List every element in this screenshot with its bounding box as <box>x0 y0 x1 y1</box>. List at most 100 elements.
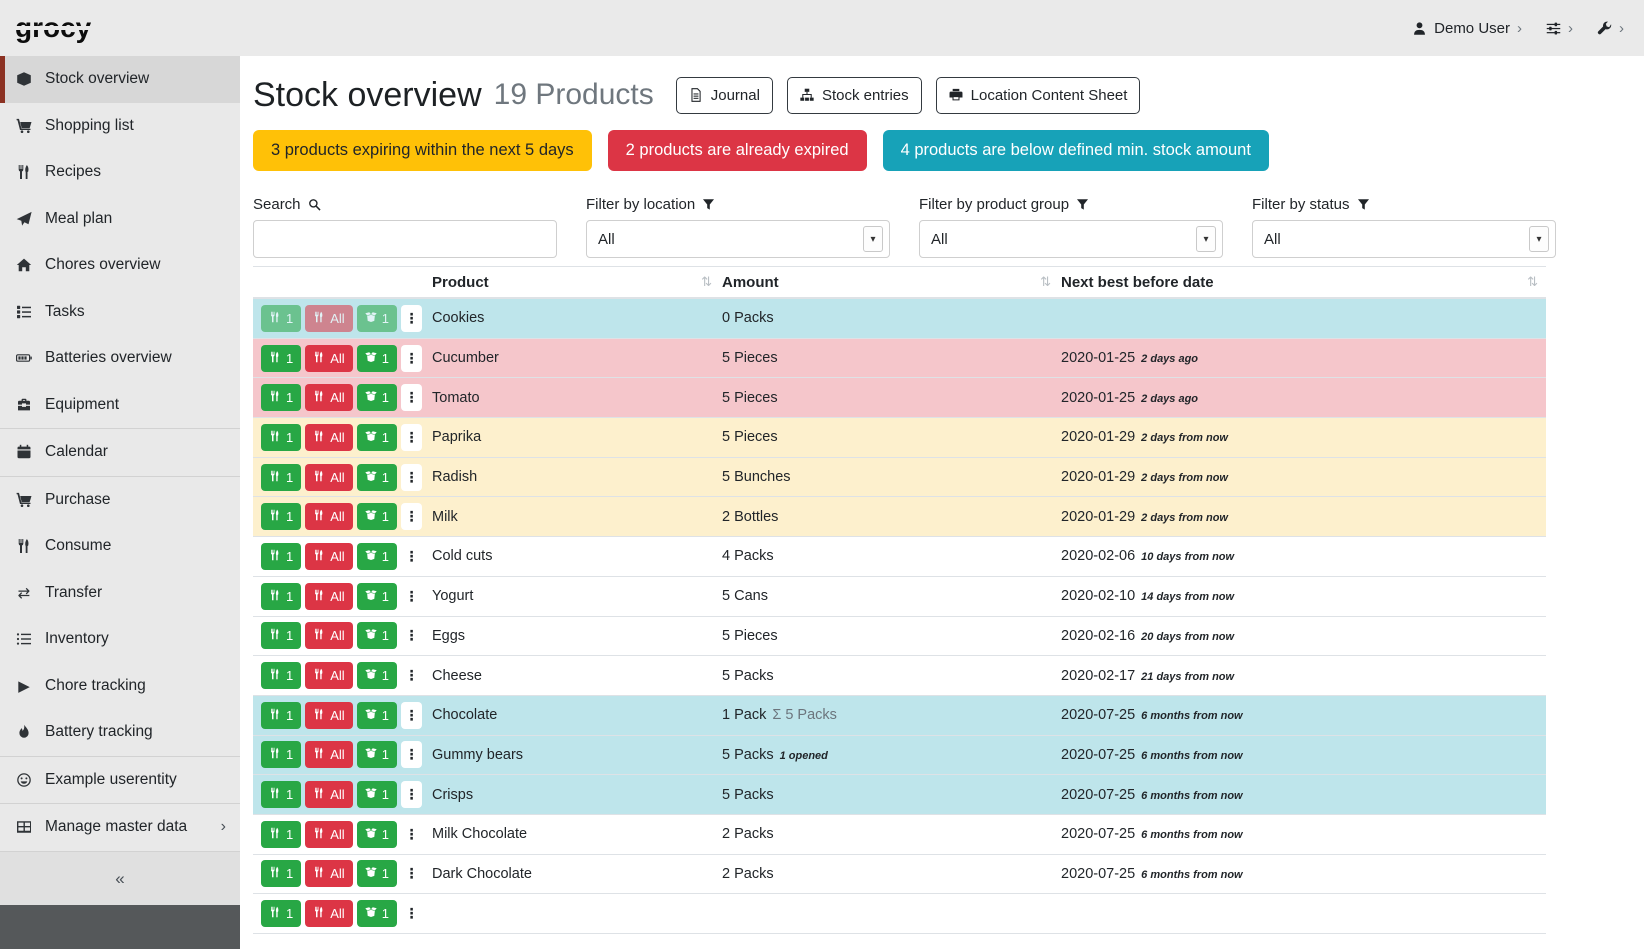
consume-all-button[interactable]: All <box>305 464 352 491</box>
row-menu-button[interactable]: ⋮ <box>401 345 422 372</box>
row-menu-button[interactable]: ⋮ <box>401 702 422 729</box>
grocy-logo[interactable]: grocy <box>15 12 91 44</box>
consume-all-button[interactable]: All <box>305 424 352 451</box>
consume-one-button[interactable]: 1 <box>261 543 301 570</box>
product-group-filter-select[interactable]: All ▾ <box>919 220 1223 258</box>
open-one-button[interactable]: 1 <box>357 821 397 848</box>
open-one-button[interactable]: 1 <box>357 583 397 610</box>
row-menu-button[interactable]: ⋮ <box>401 622 422 649</box>
sidebar-item-chore-tracking[interactable]: ▶Chore tracking <box>0 663 240 710</box>
expiring-products-alert[interactable]: 3 products expiring within the next 5 da… <box>253 130 592 171</box>
sidebar-item-consume[interactable]: Consume <box>0 523 240 570</box>
row-menu-button[interactable]: ⋮ <box>401 464 422 491</box>
date-column-header[interactable]: Next best before date ⇅ <box>1059 267 1546 297</box>
search-input[interactable] <box>253 220 557 258</box>
row-menu-button[interactable]: ⋮ <box>401 662 422 689</box>
sidebar-item-inventory[interactable]: Inventory <box>0 616 240 663</box>
open-one-button[interactable]: 1 <box>357 424 397 451</box>
location-content-sheet-button[interactable]: Location Content Sheet <box>936 77 1141 114</box>
consume-one-button[interactable]: 1 <box>261 702 301 729</box>
open-one-button[interactable]: 1 <box>357 622 397 649</box>
consume-all-button[interactable]: All <box>305 503 352 530</box>
consume-all-button[interactable]: All <box>305 702 352 729</box>
user-menu[interactable]: Demo User › <box>1412 20 1522 37</box>
consume-all-button[interactable]: All <box>305 741 352 768</box>
admin-menu[interactable]: › <box>1597 21 1624 36</box>
row-menu-button[interactable]: ⋮ <box>401 900 422 927</box>
sort-icon[interactable]: ⇅ <box>1527 274 1538 290</box>
collapse-sidebar-button[interactable]: « <box>0 851 240 905</box>
sidebar-item-purchase[interactable]: Purchase <box>0 477 240 524</box>
row-menu-button[interactable]: ⋮ <box>401 821 422 848</box>
sidebar-item-manage-master-data[interactable]: Manage master data› <box>0 804 240 851</box>
consume-all-button[interactable]: All <box>305 384 352 411</box>
consume-one-button[interactable]: 1 <box>261 860 301 887</box>
consume-one-button[interactable]: 1 <box>261 900 301 927</box>
consume-all-button[interactable]: All <box>305 900 352 927</box>
status-filter-select[interactable]: All ▾ <box>1252 220 1556 258</box>
consume-one-button[interactable]: 1 <box>261 741 301 768</box>
open-one-button[interactable]: 1 <box>357 345 397 372</box>
expired-products-alert[interactable]: 2 products are already expired <box>608 130 867 171</box>
sidebar-item-transfer[interactable]: ⇄Transfer <box>0 570 240 617</box>
sidebar-item-tasks[interactable]: Tasks <box>0 289 240 336</box>
sidebar-item-shopping-list[interactable]: Shopping list <box>0 103 240 150</box>
consume-all-button[interactable]: All <box>305 543 352 570</box>
row-menu-button[interactable]: ⋮ <box>401 384 422 411</box>
consume-one-button[interactable]: 1 <box>261 662 301 689</box>
amount-column-header[interactable]: Amount ⇅ <box>720 267 1059 297</box>
open-one-button[interactable]: 1 <box>357 702 397 729</box>
row-menu-button[interactable]: ⋮ <box>401 503 422 530</box>
sidebar-item-calendar[interactable]: Calendar <box>0 429 240 476</box>
open-one-button[interactable]: 1 <box>357 900 397 927</box>
sidebar-item-meal-plan[interactable]: Meal plan <box>0 196 240 243</box>
stock-entries-button[interactable]: Stock entries <box>787 77 922 114</box>
row-menu-button[interactable]: ⋮ <box>401 860 422 887</box>
sidebar-item-equipment[interactable]: Equipment <box>0 382 240 429</box>
open-one-button[interactable]: 1 <box>357 781 397 808</box>
sidebar-item-chores-overview[interactable]: Chores overview <box>0 242 240 289</box>
consume-one-button[interactable]: 1 <box>261 781 301 808</box>
row-menu-button[interactable]: ⋮ <box>401 583 422 610</box>
row-menu-button[interactable]: ⋮ <box>401 543 422 570</box>
consume-one-button[interactable]: 1 <box>261 622 301 649</box>
open-one-button[interactable]: 1 <box>357 860 397 887</box>
row-menu-button[interactable]: ⋮ <box>401 781 422 808</box>
consume-one-button[interactable]: 1 <box>261 464 301 491</box>
consume-one-button[interactable]: 1 <box>261 503 301 530</box>
sidebar-item-battery-tracking[interactable]: Battery tracking <box>0 709 240 756</box>
consume-all-button[interactable]: All <box>305 821 352 848</box>
consume-one-button[interactable]: 1 <box>261 384 301 411</box>
open-one-button[interactable]: 1 <box>357 543 397 570</box>
journal-button[interactable]: Journal <box>676 77 773 114</box>
open-one-button[interactable]: 1 <box>357 384 397 411</box>
consume-all-button[interactable]: All <box>305 662 352 689</box>
open-one-button[interactable]: 1 <box>357 464 397 491</box>
location-filter-select[interactable]: All ▾ <box>586 220 890 258</box>
sort-icon[interactable]: ⇅ <box>1040 274 1051 290</box>
consume-all-button[interactable]: All <box>305 345 352 372</box>
consume-one-button[interactable]: 1 <box>261 424 301 451</box>
row-menu-button[interactable]: ⋮ <box>401 305 422 332</box>
sidebar-item-stock-overview[interactable]: Stock overview <box>0 56 240 103</box>
sidebar-item-example-userentity[interactable]: Example userentity <box>0 757 240 804</box>
open-one-button[interactable]: 1 <box>357 503 397 530</box>
consume-all-button[interactable]: All <box>305 860 352 887</box>
sidebar-item-recipes[interactable]: Recipes <box>0 149 240 196</box>
consume-one-button[interactable]: 1 <box>261 583 301 610</box>
product-column-header[interactable]: Product ⇅ <box>430 267 720 297</box>
consume-all-button[interactable]: All <box>305 781 352 808</box>
below-min-stock-alert[interactable]: 4 products are below defined min. stock … <box>883 130 1269 171</box>
sidebar-item-batteries-overview[interactable]: Batteries overview <box>0 335 240 382</box>
row-menu-button[interactable]: ⋮ <box>401 424 422 451</box>
consume-all-button[interactable]: All <box>305 622 352 649</box>
open-one-button[interactable]: 1 <box>357 741 397 768</box>
consume-one-button[interactable]: 1 <box>261 345 301 372</box>
consume-all-button[interactable]: All <box>305 583 352 610</box>
settings-menu[interactable]: › <box>1546 21 1573 36</box>
paper-plane-icon <box>14 211 34 227</box>
row-menu-button[interactable]: ⋮ <box>401 741 422 768</box>
open-one-button[interactable]: 1 <box>357 662 397 689</box>
consume-one-button[interactable]: 1 <box>261 821 301 848</box>
sort-icon[interactable]: ⇅ <box>701 274 712 290</box>
